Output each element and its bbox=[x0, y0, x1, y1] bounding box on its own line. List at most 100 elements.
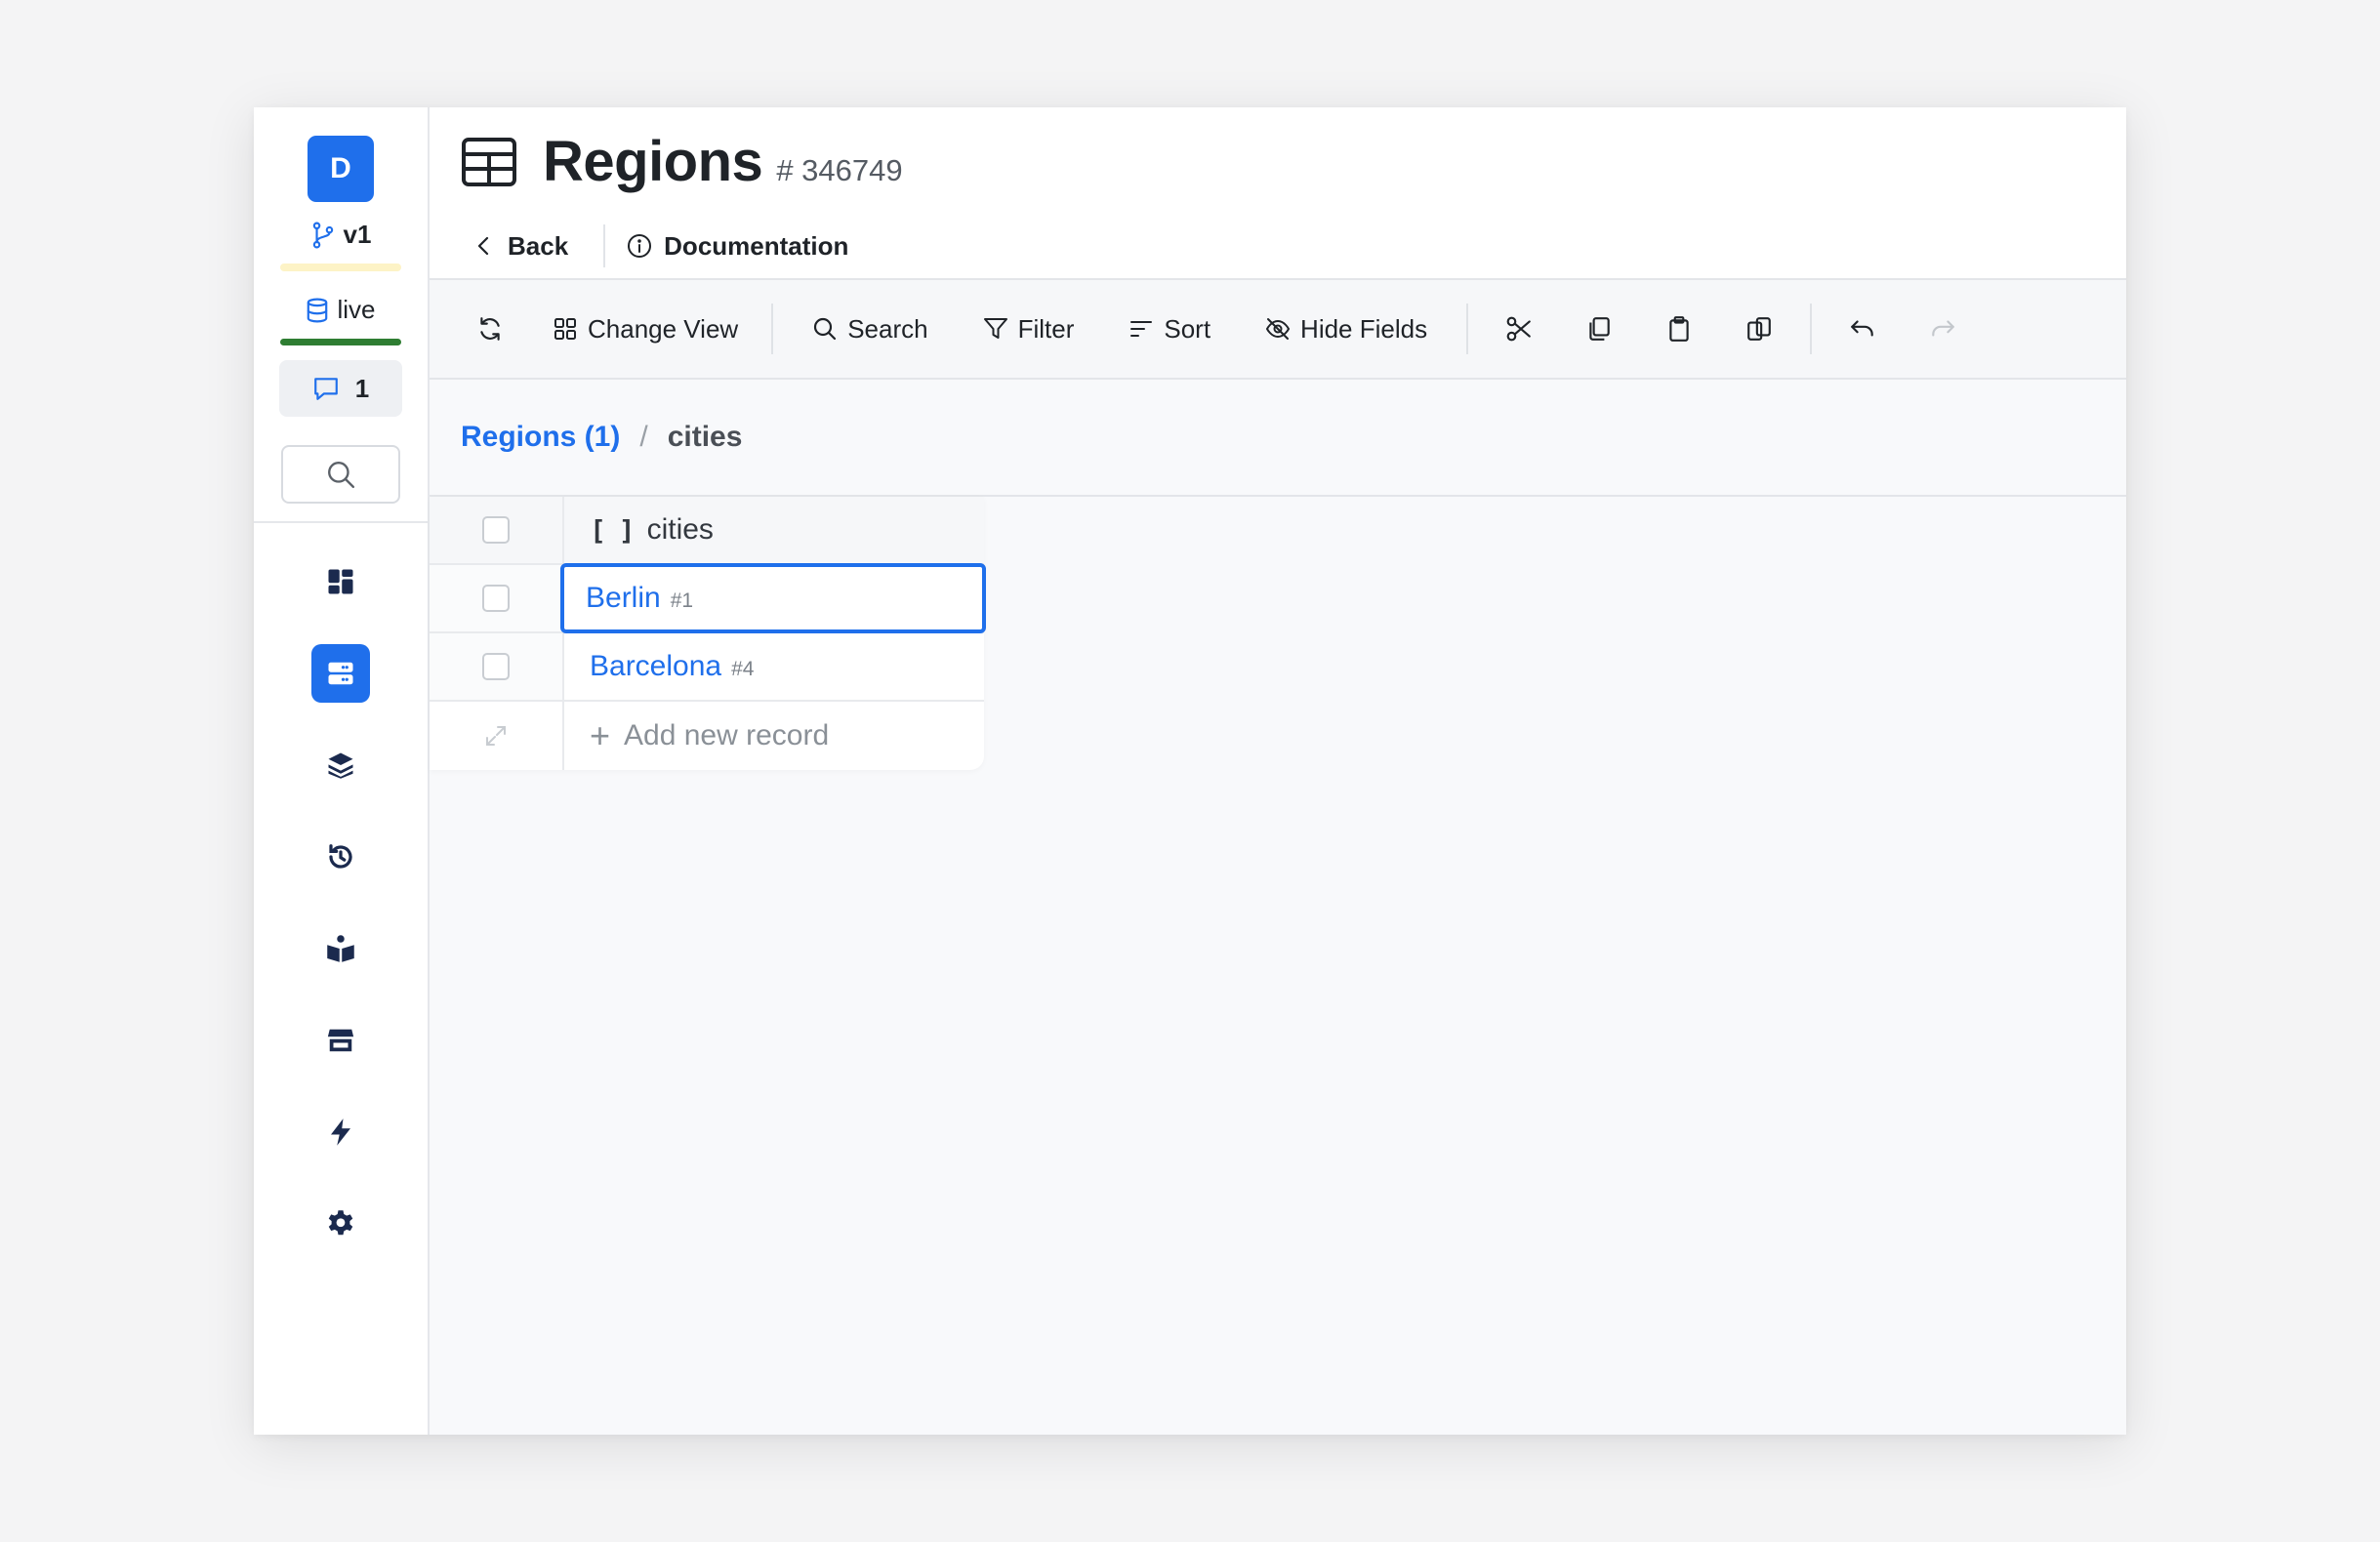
select-all-checkbox[interactable] bbox=[482, 516, 510, 544]
expand-icon bbox=[486, 726, 506, 746]
table-row: Barcelona #4 bbox=[430, 633, 984, 702]
redo-icon bbox=[1932, 320, 1954, 337]
add-record-label: Add new record bbox=[624, 719, 830, 751]
row-select-cell bbox=[430, 633, 564, 700]
search-label: Search bbox=[847, 313, 928, 344]
expand-cell[interactable] bbox=[430, 702, 564, 770]
content-icon bbox=[328, 662, 353, 685]
back-button[interactable]: Back bbox=[461, 231, 582, 262]
info-icon bbox=[628, 234, 652, 258]
breadcrumb-separator: / bbox=[639, 421, 648, 453]
add-record-row: + Add new record bbox=[430, 702, 984, 770]
row-checkbox[interactable] bbox=[482, 585, 510, 612]
record-link[interactable]: Berlin bbox=[586, 582, 661, 615]
sidebar-divider bbox=[254, 521, 428, 523]
duplicate-button[interactable] bbox=[1730, 300, 1788, 358]
toolbar-divider bbox=[1466, 304, 1469, 354]
change-view-button[interactable]: Change View bbox=[547, 300, 744, 358]
lightning-icon bbox=[331, 1118, 350, 1146]
sidebar-search-button[interactable] bbox=[281, 445, 400, 504]
header-actions: Back Documentation bbox=[461, 224, 848, 267]
hide-fields-label: Hide Fields bbox=[1300, 313, 1428, 344]
title-row: Regions # 346749 bbox=[461, 129, 903, 194]
history-icon bbox=[329, 844, 352, 869]
environment-indicator bbox=[280, 339, 401, 345]
nav-dashboard[interactable] bbox=[311, 552, 370, 611]
table-row: Berlin #1 bbox=[430, 563, 986, 633]
nav-docs[interactable] bbox=[311, 919, 370, 978]
plus-icon: + bbox=[590, 715, 611, 755]
database-icon bbox=[308, 298, 328, 322]
records-grid: [ ] cities Berlin #1 Barcelona #4 + Add … bbox=[430, 497, 986, 770]
refresh-icon bbox=[480, 317, 500, 341]
filter-button[interactable]: Filter bbox=[977, 300, 1081, 358]
docs-icon bbox=[327, 935, 354, 962]
sidebar-nav bbox=[311, 552, 370, 1286]
change-view-label: Change View bbox=[588, 313, 739, 344]
cut-button[interactable] bbox=[1490, 300, 1548, 358]
record-id: # 346749 bbox=[776, 153, 903, 187]
breadcrumb-current: cities bbox=[667, 421, 743, 453]
header-divider bbox=[603, 224, 606, 267]
dashboard-icon bbox=[328, 569, 353, 594]
sort-icon bbox=[1130, 321, 1153, 337]
undo-icon bbox=[1851, 320, 1873, 337]
row-checkbox[interactable] bbox=[482, 653, 510, 680]
chevron-left-icon bbox=[477, 236, 489, 256]
duplicate-icon bbox=[1747, 317, 1771, 341]
refresh-button[interactable] bbox=[461, 300, 519, 358]
breadcrumb: Regions (1) / cities bbox=[430, 380, 2126, 497]
environment-label: live bbox=[337, 295, 376, 324]
record-id-tag: #1 bbox=[670, 589, 694, 612]
sidebar: D v1 live 1 bbox=[254, 107, 430, 1435]
nav-webhooks[interactable] bbox=[311, 1103, 370, 1161]
record-cell[interactable]: Barcelona #4 bbox=[564, 633, 984, 700]
comment-count: 1 bbox=[354, 373, 370, 403]
paste-button[interactable] bbox=[1650, 300, 1708, 358]
grid-header-row: [ ] cities bbox=[430, 497, 984, 565]
clipboard-icon bbox=[1669, 316, 1689, 342]
git-branch-icon bbox=[312, 222, 333, 248]
search-icon bbox=[328, 462, 355, 489]
sort-button[interactable]: Sort bbox=[1123, 300, 1216, 358]
search-button[interactable]: Search bbox=[806, 300, 933, 358]
filter-icon bbox=[983, 318, 1007, 339]
schema-icon bbox=[328, 752, 353, 779]
app-window: D v1 live 1 Regions # 346749 Back Docume… bbox=[254, 107, 2126, 1435]
nav-schema[interactable] bbox=[311, 736, 370, 794]
column-header-cities[interactable]: [ ] cities bbox=[564, 497, 984, 563]
comment-icon bbox=[313, 378, 338, 400]
record-link[interactable]: Barcelona bbox=[590, 650, 721, 683]
hide-fields-button[interactable]: Hide Fields bbox=[1259, 300, 1433, 358]
undo-button[interactable] bbox=[1833, 300, 1892, 358]
toolbar-divider bbox=[771, 304, 774, 354]
redo-button[interactable] bbox=[1913, 300, 1972, 358]
project-avatar[interactable]: D bbox=[308, 136, 374, 202]
documentation-button[interactable]: Documentation bbox=[627, 231, 848, 262]
nav-history[interactable] bbox=[311, 828, 370, 886]
nav-content[interactable] bbox=[311, 644, 370, 703]
branch-indicator bbox=[280, 264, 401, 271]
add-record-button[interactable]: + Add new record bbox=[564, 702, 984, 770]
documentation-label: Documentation bbox=[664, 230, 849, 261]
main-panel: Regions # 346749 Back Documentation Chan… bbox=[430, 107, 2126, 1435]
toolbar-divider bbox=[1810, 304, 1813, 354]
table-icon bbox=[462, 137, 516, 186]
nav-marketplace[interactable] bbox=[311, 1011, 370, 1070]
breadcrumb-parent-link[interactable]: Regions (1) bbox=[461, 421, 620, 454]
eye-off-icon bbox=[1265, 318, 1291, 340]
marketplace-icon bbox=[327, 1029, 354, 1052]
record-cell-selected[interactable]: Berlin #1 bbox=[560, 563, 986, 633]
sort-label: Sort bbox=[1164, 313, 1211, 344]
copy-button[interactable] bbox=[1570, 300, 1628, 358]
page-header: Regions # 346749 Back Documentation bbox=[430, 107, 2126, 280]
gear-icon bbox=[328, 1210, 353, 1236]
branch-switcher[interactable]: v1 bbox=[310, 220, 371, 250]
column-header-label: cities bbox=[646, 513, 714, 546]
environment-switcher[interactable]: live bbox=[306, 295, 376, 325]
filter-label: Filter bbox=[1017, 313, 1075, 344]
comments-button[interactable]: 1 bbox=[279, 360, 402, 417]
search-icon bbox=[814, 317, 837, 341]
nav-settings[interactable] bbox=[311, 1195, 370, 1253]
toolbar: Change View Search Filter Sort Hide Fiel… bbox=[430, 280, 2126, 380]
